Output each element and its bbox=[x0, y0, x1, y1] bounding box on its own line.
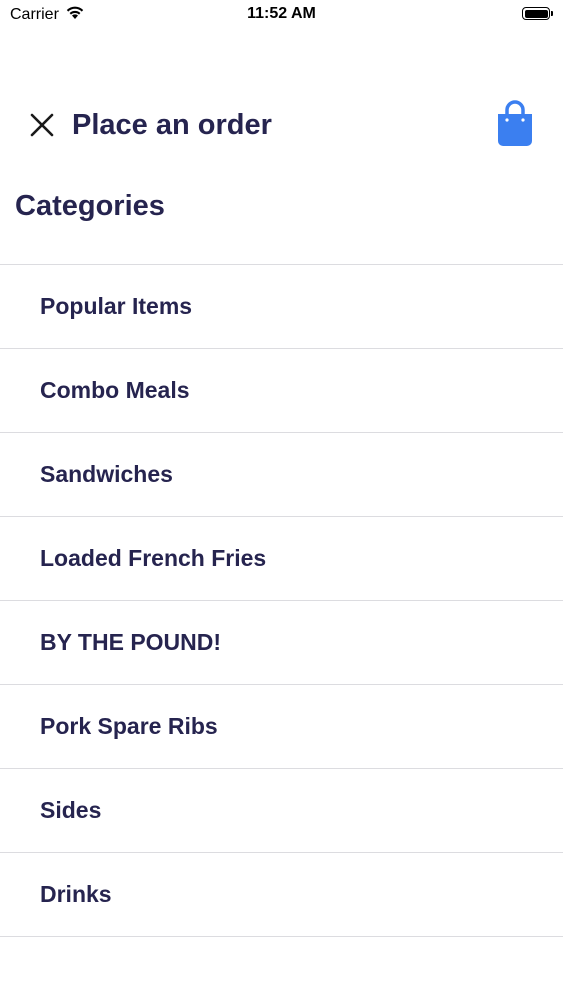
category-item-combo-meals[interactable]: Combo Meals bbox=[0, 349, 563, 433]
category-item-popular-items[interactable]: Popular Items bbox=[0, 265, 563, 349]
category-label: Popular Items bbox=[40, 293, 193, 319]
category-label: Sandwiches bbox=[40, 461, 173, 487]
page-title: Place an order bbox=[72, 109, 272, 141]
category-item-sides[interactable]: Sides bbox=[0, 769, 563, 853]
status-time: 11:52 AM bbox=[247, 5, 316, 22]
category-item-drinks[interactable]: Drinks bbox=[0, 853, 563, 937]
category-label: Pork Spare Ribs bbox=[40, 713, 218, 739]
header: Place an order bbox=[0, 100, 563, 150]
category-item-pork-spare-ribs[interactable]: Pork Spare Ribs bbox=[0, 685, 563, 769]
status-bar: Carrier 11:52 AM bbox=[0, 0, 563, 30]
close-button[interactable] bbox=[28, 111, 56, 139]
shopping-bag-icon bbox=[498, 100, 532, 146]
category-item-loaded-french-fries[interactable]: Loaded French Fries bbox=[0, 517, 563, 601]
battery-icon bbox=[522, 7, 553, 20]
category-label: Loaded French Fries bbox=[40, 545, 267, 571]
categories-heading: Categories bbox=[15, 190, 165, 222]
category-label: Drinks bbox=[40, 881, 112, 907]
category-label: BY THE POUND! bbox=[40, 629, 222, 655]
category-label: Combo Meals bbox=[40, 377, 190, 403]
category-list: Popular Items Combo Meals Sandwiches Loa… bbox=[0, 264, 563, 937]
category-label: Sides bbox=[40, 797, 102, 823]
close-icon bbox=[30, 113, 54, 137]
category-item-sandwiches[interactable]: Sandwiches bbox=[0, 433, 563, 517]
order-screen: Carrier 11:52 AM Place an order Categori… bbox=[0, 0, 563, 1000]
category-item-by-the-pound[interactable]: BY THE POUND! bbox=[0, 601, 563, 685]
cart-button[interactable] bbox=[495, 100, 535, 148]
